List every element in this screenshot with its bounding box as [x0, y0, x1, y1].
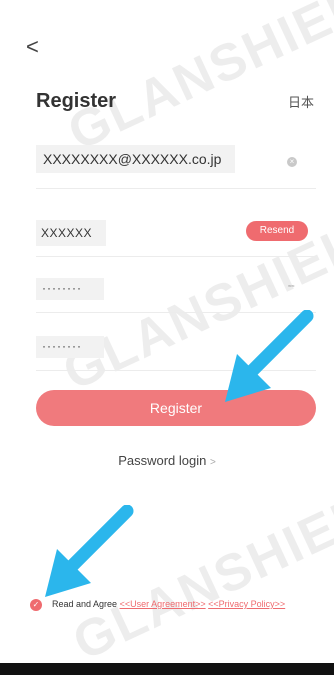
confirm-password-value: ········ [42, 339, 82, 353]
password-login-link[interactable]: Password login > [0, 453, 334, 468]
watermark: GLANSHIELD [59, 0, 334, 162]
email-value: XXXXXXXX@XXXXXX.co.jp [43, 151, 222, 167]
system-nav-bar [0, 663, 334, 675]
password-value: ········ [42, 281, 82, 295]
eye-icon[interactable]: ≈≈ [288, 284, 295, 290]
back-button[interactable]: < [26, 36, 39, 58]
chevron-right-icon: > [209, 457, 216, 468]
pointer-arrow-icon [45, 505, 134, 597]
verification-code-value: XXXXXX [41, 226, 93, 240]
clear-icon[interactable]: × [287, 157, 297, 167]
pointer-arrow-icon [225, 310, 314, 402]
language-switch[interactable]: 日本 [288, 92, 314, 111]
resend-button[interactable]: Resend [246, 221, 308, 241]
divider [36, 188, 316, 189]
page-title: Register [36, 90, 117, 112]
password-login-label: Password login [118, 453, 207, 468]
chevron-left-icon: < [26, 34, 39, 59]
divider [36, 256, 316, 257]
privacy-policy-link[interactable]: <<Privacy Policy>> [208, 599, 285, 609]
